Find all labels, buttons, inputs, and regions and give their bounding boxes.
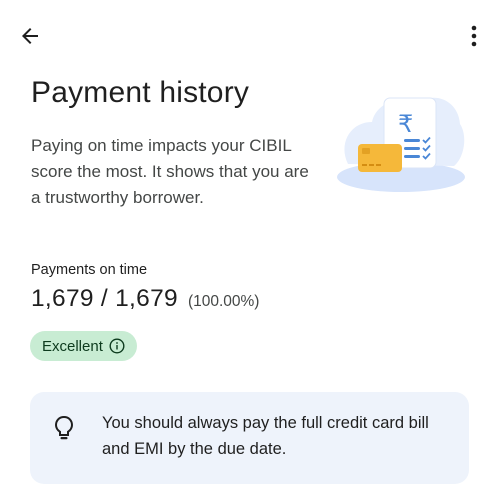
status-badge[interactable]: Excellent — [30, 331, 137, 361]
back-button[interactable] — [14, 20, 46, 52]
credit-card-receipt-illustration: ₹ — [334, 84, 468, 196]
more-vert-icon — [471, 25, 477, 47]
payments-percentage: (100.00%) — [187, 293, 260, 310]
page-title: Payment history — [31, 76, 250, 109]
payments-on-time-label: Payments on time — [31, 262, 148, 278]
arrow-back-icon — [22, 28, 38, 44]
rupee-symbol: ₹ — [398, 110, 413, 138]
status-label: Excellent — [42, 337, 103, 355]
tip-text: You should always pay the full credit ca… — [102, 414, 429, 458]
more-options-button[interactable] — [462, 22, 486, 50]
payments-count: 1,679 / 1,679 — [31, 285, 178, 312]
lightbulb-icon — [52, 414, 76, 442]
page-description: Paying on time impacts your CIBIL score … — [31, 136, 309, 207]
payments-on-time-value: 1,679 / 1,679 (100.00%) — [31, 285, 259, 313]
tip-card: You should always pay the full credit ca… — [30, 392, 469, 484]
info-icon[interactable] — [109, 338, 125, 354]
top-app-bar — [0, 0, 500, 70]
